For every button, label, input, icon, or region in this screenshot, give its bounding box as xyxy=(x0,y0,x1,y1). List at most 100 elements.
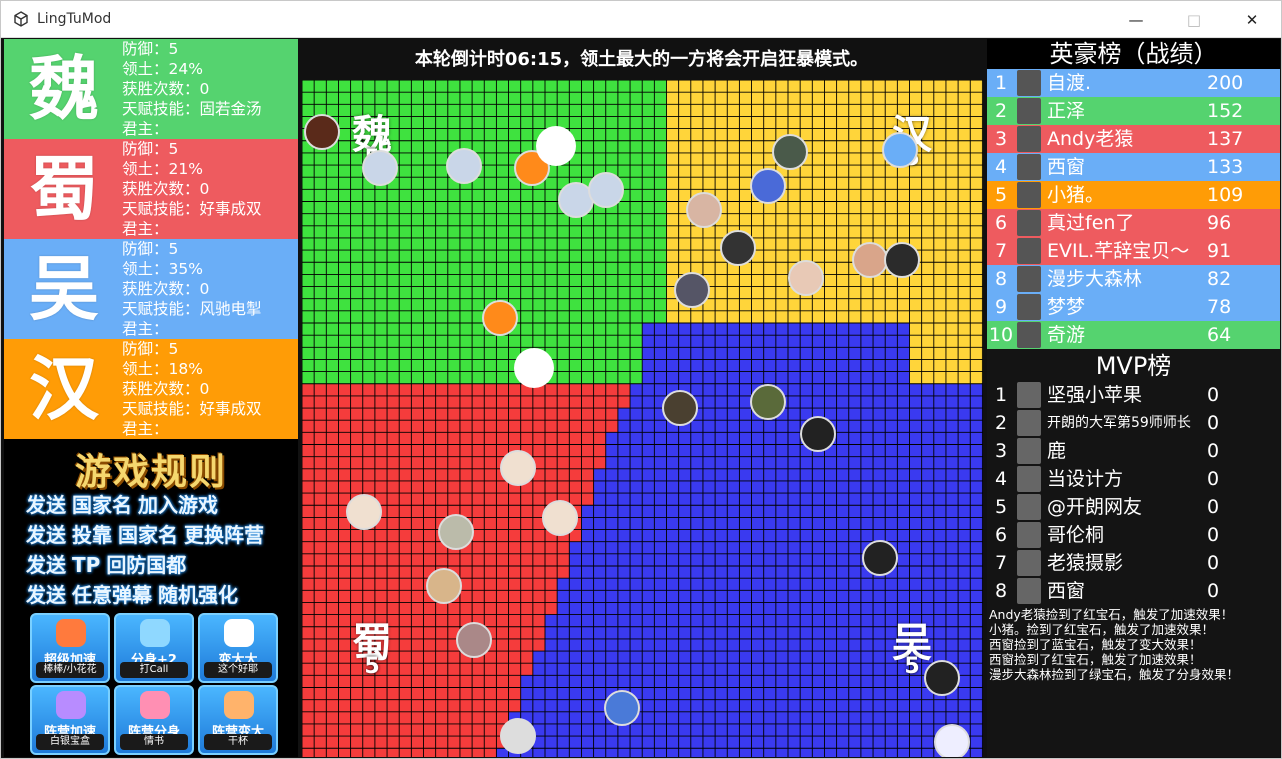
mvp-row: 3 鹿 0 xyxy=(987,437,1280,465)
player-name: 鹿 xyxy=(1047,440,1067,462)
close-button[interactable]: ✕ xyxy=(1223,1,1281,38)
player-name: 老猿摄影 xyxy=(1047,552,1124,574)
avatar xyxy=(1017,294,1041,320)
kingdom-territory: 领土：21% xyxy=(122,160,203,178)
player-avatar xyxy=(304,114,340,150)
player-name: 小猪。 xyxy=(1047,184,1105,206)
kingdom-talent: 天赋技能：好事成双 xyxy=(122,400,262,418)
rank: 2 xyxy=(994,412,1008,434)
avatar xyxy=(1017,182,1041,208)
avatar xyxy=(1017,522,1041,548)
avatar xyxy=(1017,410,1041,436)
gift-card: 变大大 这个好耶 xyxy=(198,613,278,683)
player-avatar xyxy=(426,568,462,604)
kingdom-name: 魏 xyxy=(29,48,99,130)
leaderboard-row: 5 小猪。 109 xyxy=(987,181,1280,209)
gift-card: 超级加速 棒棒/小花花 xyxy=(30,613,110,683)
maximize-button[interactable]: □ xyxy=(1165,1,1223,38)
mvp-row: 8 西窗 0 xyxy=(987,577,1280,605)
glowstick-icon xyxy=(140,619,170,647)
player-name: @开朗网友 xyxy=(1047,496,1143,518)
avatar xyxy=(1017,322,1041,348)
leaderboard-row: 10 奇游 64 xyxy=(987,321,1280,349)
rules-title: 游戏规则 xyxy=(74,452,227,493)
kingdom-wins: 获胜次数：0 xyxy=(122,380,210,398)
score: 82 xyxy=(1207,268,1232,290)
player-avatar xyxy=(346,494,382,530)
rank: 4 xyxy=(994,468,1008,490)
letter-icon xyxy=(140,691,170,719)
score: 91 xyxy=(1207,240,1232,262)
player-avatar xyxy=(884,242,920,278)
thumb-icon xyxy=(224,619,254,647)
score: 0 xyxy=(1207,580,1220,602)
player-avatar xyxy=(720,230,756,266)
gift-card: 阵营分身 情书 xyxy=(114,685,194,755)
avatar xyxy=(1017,466,1041,492)
avatar xyxy=(1017,70,1041,96)
avatar xyxy=(1017,238,1041,264)
avatar xyxy=(1017,154,1041,180)
player-avatar xyxy=(686,192,722,228)
window-title: LingTuMod xyxy=(37,11,112,27)
avatar xyxy=(1017,550,1041,576)
kingdom-territory: 领土：24% xyxy=(122,60,203,78)
player-avatar xyxy=(750,168,786,204)
player-name: 奇游 xyxy=(1047,324,1086,346)
score: 109 xyxy=(1207,184,1244,206)
player-avatar xyxy=(446,148,482,184)
player-avatar xyxy=(674,272,710,308)
player-avatar xyxy=(750,384,786,420)
player-avatar xyxy=(588,172,624,208)
countdown-banner: 本轮倒计时06:15，领土最大的一方将会开启狂暴模式。 xyxy=(414,49,869,70)
log-line: 西窗捡到了红宝石，触发了加速效果！ xyxy=(989,652,1202,667)
log-line: Andy老猿捡到了红宝石，触发了加速效果！ xyxy=(989,607,1234,622)
player-name: 梦梦 xyxy=(1047,296,1086,318)
score: 78 xyxy=(1207,296,1232,318)
score: 0 xyxy=(1207,440,1220,462)
rule-line: 发送 TP 回防国都 xyxy=(26,553,187,577)
leaderboard-row: 7 EVIL.芊辞宝贝～ 91 xyxy=(987,237,1280,265)
rank: 3 xyxy=(994,128,1008,150)
player-avatar xyxy=(456,622,492,658)
title-bar[interactable]: LingTuMod — □ ✕ xyxy=(1,1,1281,38)
kingdom-name: 汉 xyxy=(29,348,99,430)
player-name: 西窗 xyxy=(1047,156,1086,178)
log-line: 小猪。捡到了红宝石，触发了加速效果！ xyxy=(989,622,1215,637)
kingdom-defense: 防御：5 xyxy=(122,240,179,258)
rule-line: 发送 国家名 加入游戏 xyxy=(26,493,218,517)
score: 0 xyxy=(1207,468,1220,490)
score: 64 xyxy=(1207,324,1232,346)
kingdom-wins: 获胜次数：0 xyxy=(122,280,210,298)
player-avatar xyxy=(788,260,824,296)
rank: 2 xyxy=(994,100,1008,122)
kingdom-territory: 领土：35% xyxy=(122,260,203,278)
score: 0 xyxy=(1207,412,1220,434)
game-window: LingTuMod — □ ✕ 魏 防御：5 领土：24% 获胜次数：0 天赋技… xyxy=(0,0,1282,759)
minimize-button[interactable]: — xyxy=(1107,1,1165,38)
leaderboard-row: 1 自渡. 200 xyxy=(987,69,1280,97)
rank: 9 xyxy=(994,296,1008,318)
rank: 5 xyxy=(994,184,1008,206)
score: 152 xyxy=(1207,100,1244,122)
rank: 7 xyxy=(994,240,1008,262)
event-log: Andy老猿捡到了红宝石，触发了加速效果！ 小猪。捡到了红宝石，触发了加速效果！… xyxy=(989,607,1279,682)
kingdom-defense: 防御：5 xyxy=(122,140,179,158)
gift-card: 阵营变大 干杯 xyxy=(198,685,278,755)
kingdom-wins: 获胜次数：0 xyxy=(122,80,210,98)
kingdom-name: 蜀 xyxy=(29,148,99,230)
cheers-icon xyxy=(224,691,254,719)
kingdom-territory: 领土：18% xyxy=(122,360,203,378)
avatar xyxy=(1017,210,1041,236)
player-avatar xyxy=(500,450,536,486)
avatar xyxy=(1017,382,1041,408)
gem-item xyxy=(514,348,554,388)
score: 200 xyxy=(1207,72,1244,94)
rank: 6 xyxy=(994,212,1008,234)
player-avatar xyxy=(362,150,398,186)
capital-shu: 蜀 5 xyxy=(352,620,392,679)
player-avatar xyxy=(500,718,536,754)
kingdom-lord: 君主： xyxy=(122,320,169,338)
mvp-title: MVP榜 xyxy=(987,351,1280,381)
battle-map[interactable]: 魏 5 汉 5 蜀 5 吴 5 xyxy=(302,80,983,757)
